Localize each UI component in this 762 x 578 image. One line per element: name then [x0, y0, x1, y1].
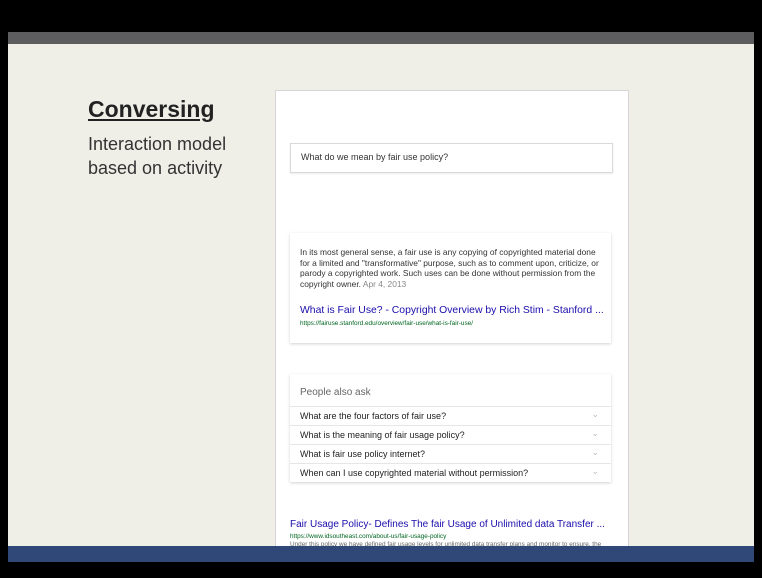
top-letterbox	[0, 0, 762, 32]
paa-question-2[interactable]: What is the meaning of fair usage policy…	[290, 425, 611, 445]
chevron-down-icon: ⌄	[591, 466, 599, 476]
search-query-text: What do we mean by fair use policy?	[301, 152, 449, 162]
snippet-date: Apr 4, 2013	[362, 278, 407, 289]
slide-subtitle: Interaction model based on activity	[88, 134, 227, 178]
paa-question-text: What are the four factors of fair use?	[300, 411, 447, 421]
bottom-letterbox	[0, 562, 762, 578]
paa-question-text: When can I use copyrighted material with…	[300, 468, 529, 478]
snippet-source-link[interactable]: What is Fair Use? - Copyright Overview b…	[300, 305, 604, 316]
slide: Conversing Interaction model based on ac…	[8, 44, 754, 550]
snippet-text: In its most general sense, a fair use is…	[300, 247, 605, 289]
search-results-panel: What do we mean by fair use policy? In i…	[275, 90, 629, 550]
chevron-down-icon: ⌄	[591, 428, 599, 438]
result-url: https://www.idsoutheast.com/about-us/fai…	[290, 533, 447, 540]
result-title-link[interactable]: Fair Usage Policy- Defines The fair Usag…	[290, 519, 611, 530]
search-query-box[interactable]: What do we mean by fair use policy?	[290, 143, 613, 173]
people-also-ask: People also ask What are the four factor…	[290, 374, 611, 482]
slide-bottom-bar	[8, 546, 754, 562]
slide-title: Conversing	[88, 96, 215, 122]
paa-question-text: What is the meaning of fair usage policy…	[300, 430, 465, 440]
chevron-down-icon: ⌄	[591, 409, 599, 419]
chevron-down-icon: ⌄	[591, 447, 599, 457]
people-also-ask-title: People also ask	[300, 387, 371, 398]
paa-question-1[interactable]: What are the four factors of fair use? ⌄	[290, 406, 611, 426]
snippet-source-url: https://fairuse.stanford.edu/overview/fa…	[300, 320, 473, 327]
paa-question-3[interactable]: What is fair use policy internet? ⌄	[290, 444, 611, 464]
slide-top-bar	[8, 32, 754, 44]
paa-question-text: What is fair use policy internet?	[300, 449, 426, 459]
paa-question-4[interactable]: When can I use copyrighted material with…	[290, 463, 611, 483]
snippet-body: In its most general sense, a fair use is…	[300, 247, 599, 289]
featured-snippet: In its most general sense, a fair use is…	[290, 233, 611, 343]
